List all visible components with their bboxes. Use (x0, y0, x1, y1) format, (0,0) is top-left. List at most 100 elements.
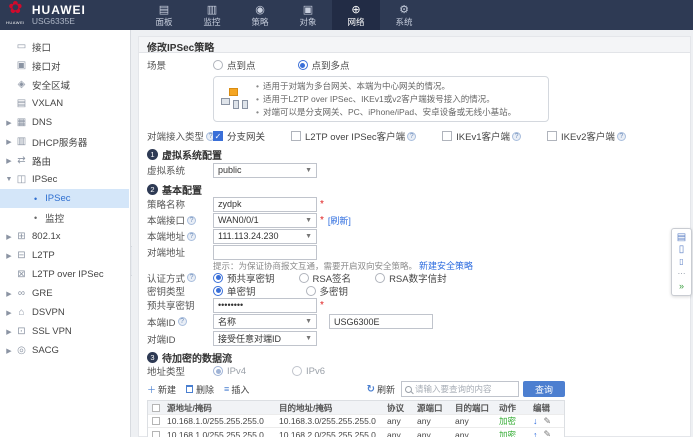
edit-icon[interactable]: ✎ (544, 416, 552, 427)
help-icon[interactable]: ? (178, 317, 187, 326)
local-id-type-select[interactable]: 名称▼ (213, 314, 317, 329)
dot1x-icon: ⊞ (14, 231, 29, 242)
pc-icon[interactable]: ▤ (677, 232, 686, 244)
ipv6-radio[interactable]: IPv6 (292, 366, 325, 377)
radio-icon (292, 366, 302, 376)
vsys-label: 虚拟系统 (147, 163, 213, 177)
local-interface-select[interactable]: WAN0/0/1▼ (213, 213, 317, 228)
main-panel: 修改IPSec策略 场景 点到点 点到多点 适用于对端为多台网关、本端为中心网关… (132, 30, 693, 437)
sidebar-item-security-zone[interactable]: ◈安全区域 (0, 75, 130, 94)
sacg-icon: ◎ (14, 345, 29, 356)
sidebar-item-l2tp-over-ipsec[interactable]: ⊠L2TP over IPSec (0, 265, 130, 284)
sidebar-item-interface[interactable]: ▭接口 (0, 37, 130, 56)
policy-name-label: 策略名称 (147, 197, 213, 211)
sidebar-item-interface-pair[interactable]: ▣接口对 (0, 56, 130, 75)
expand-arrow-icon: ▶ (0, 252, 14, 260)
sidebar-item-l2tp[interactable]: ▶⊟L2TP (0, 246, 130, 265)
nav-system[interactable]: ⚙系统 (380, 0, 428, 30)
expand-widget-icon[interactable]: » (679, 280, 684, 292)
move-up-icon[interactable]: ↑ (533, 430, 538, 437)
tablet-icon[interactable]: ▯ (679, 244, 685, 256)
flow-table: 源地址/掩码 目的地址/掩码 协议 源端口 目的端口 动作 编辑 10.168.… (147, 400, 565, 437)
edit-icon[interactable]: ✎ (544, 429, 552, 437)
sidebar-item-ipsec-sub[interactable]: •IPSec (0, 189, 129, 208)
interface-pair-icon: ▣ (14, 60, 29, 71)
multi-key-radio[interactable]: 多密钥 (306, 284, 349, 298)
collapse-arrow-icon: ▼ (0, 176, 14, 183)
sidebar-item-gre[interactable]: ▶∞GRE (0, 284, 130, 303)
peer-access-label: 对端接入类型? (147, 129, 213, 143)
nav-monitor[interactable]: ▥监控 (188, 0, 236, 30)
peer-address-input[interactable] (213, 245, 317, 260)
l2tp-over-ipsec-client-checkbox[interactable]: L2TP over IPSec客户端? (291, 129, 416, 143)
checkbox-icon (547, 131, 557, 141)
branch-gateway-checkbox[interactable]: ✓分支网关 (213, 129, 265, 143)
sidebar-item-ipsec[interactable]: ▼◫IPSec (0, 170, 130, 189)
row-checkbox[interactable] (152, 417, 160, 425)
chevron-down-icon: ▼ (305, 335, 312, 342)
refresh-button[interactable]: ↻刷新 (367, 383, 395, 396)
search-input[interactable] (415, 384, 518, 394)
sidebar-item-dns[interactable]: ▶▦DNS (0, 113, 130, 132)
l2tp-icon: ⊟ (14, 250, 29, 261)
sidebar-item-8021x[interactable]: ▶⊞802.1x (0, 227, 130, 246)
device-model: USG6335E (32, 16, 86, 26)
psk-input[interactable] (213, 298, 317, 313)
expand-arrow-icon: ▶ (0, 138, 14, 146)
delete-button[interactable]: 删除 (186, 383, 214, 396)
help-icon[interactable]: ? (187, 232, 196, 241)
sidebar-item-ssl-vpn[interactable]: ▶⊡SSL VPN (0, 322, 130, 341)
help-icon[interactable]: ? (407, 132, 416, 141)
info-bullet: 适用于L2TP over IPSec、IKEv1或v2客户端拨号接入的情况。 (256, 93, 516, 106)
create-button[interactable]: ＋新建 (147, 383, 176, 396)
sidebar-item-sacg[interactable]: ▶◎SACG (0, 341, 130, 360)
local-address-select[interactable]: 111.113.24.230▼ (213, 229, 317, 244)
psk-radio[interactable]: 预共享密钥 (213, 271, 275, 285)
required-mark: * (320, 300, 324, 311)
select-all-checkbox[interactable] (152, 404, 160, 412)
flow-table-toolbar: ＋新建 删除 ≡插入 ↻刷新 查询 (147, 380, 565, 398)
local-id-value-input[interactable] (329, 314, 433, 329)
vsys-select[interactable]: public▼ (213, 163, 317, 178)
nav-dashboard[interactable]: ▤面板 (140, 0, 188, 30)
scene-p2mp-radio[interactable]: 点到多点 (298, 58, 350, 72)
peer-id-select[interactable]: 接受任意对端ID▼ (213, 331, 317, 346)
device-shortcut-widget: ▤ ▯ ▯ ⋯ » (671, 228, 692, 296)
sidebar: ▭接口 ▣接口对 ◈安全区域 ▤VXLAN ▶▦DNS ▶▥DHCP服务器 ▶⇄… (0, 30, 131, 437)
refresh-icon: ↻ (367, 384, 375, 395)
sidebar-item-vxlan[interactable]: ▤VXLAN (0, 94, 130, 113)
radio-icon (213, 366, 223, 376)
query-button[interactable]: 查询 (523, 381, 565, 397)
rsa-signature-radio[interactable]: RSA签名 (299, 271, 352, 285)
top-header: ✿HUAWEI HUAWEI USG6335E ▤面板 ▥监控 ◉策略 ▣对象 … (0, 0, 693, 30)
help-icon[interactable]: ? (187, 273, 196, 282)
refresh-interface-link[interactable]: [刷新] (328, 214, 351, 227)
move-down-icon[interactable]: ↓ (533, 416, 538, 426)
nav-network[interactable]: ⊕网络 (332, 0, 380, 30)
row-checkbox[interactable] (152, 431, 160, 437)
sidebar-item-dhcp-server[interactable]: ▶▥DHCP服务器 (0, 132, 130, 151)
single-key-radio[interactable]: 单密钥 (213, 284, 256, 298)
phone-icon[interactable]: ▯ (679, 256, 683, 268)
sidebar-item-ipsec-monitor[interactable]: •监控 (0, 208, 130, 227)
dhcp-server-icon: ▥ (14, 136, 29, 147)
nav-object[interactable]: ▣对象 (284, 0, 332, 30)
route-icon: ⇄ (14, 155, 29, 166)
rsa-envelope-radio[interactable]: RSA数字信封 (375, 271, 447, 285)
scene-p2p-radio[interactable]: 点到点 (213, 58, 256, 72)
ikev1-client-checkbox[interactable]: IKEv1客户端? (442, 129, 521, 143)
help-icon[interactable]: ? (187, 216, 196, 225)
radio-icon (375, 273, 385, 283)
insert-button[interactable]: ≡插入 (224, 383, 249, 396)
help-icon[interactable]: ? (617, 132, 626, 141)
sidebar-item-route[interactable]: ▶⇄路由 (0, 151, 130, 170)
security-policy-tip: 提示：为保证协商报文互通，需要开启双向安全策略。 新建安全策略 (213, 260, 682, 271)
ipv4-radio[interactable]: IPv4 (213, 366, 246, 377)
ikev2-client-checkbox[interactable]: IKEv2客户端? (547, 129, 626, 143)
brand-name: HUAWEI (32, 4, 86, 16)
help-icon[interactable]: ? (512, 132, 521, 141)
page-title: 修改IPSec策略 (139, 37, 690, 53)
nav-policy[interactable]: ◉策略 (236, 0, 284, 30)
sidebar-item-dsvpn[interactable]: ▶⌂DSVPN (0, 303, 130, 322)
policy-name-input[interactable] (213, 197, 317, 212)
